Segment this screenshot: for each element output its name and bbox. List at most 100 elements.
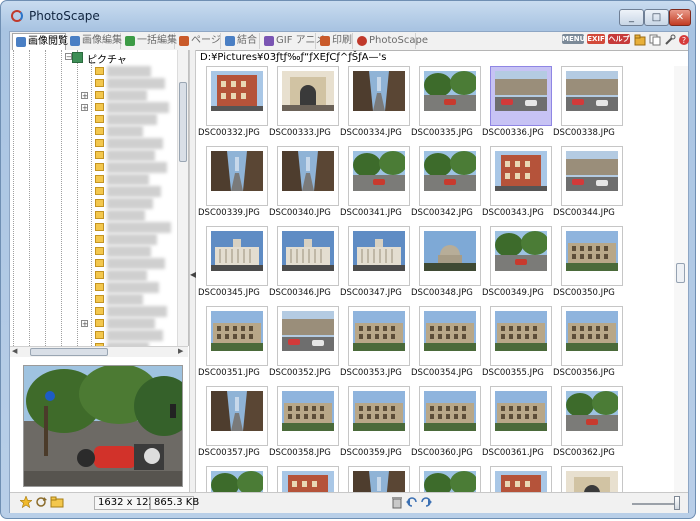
tree-folder-icon[interactable] (95, 139, 104, 147)
thumbnail-image[interactable] (561, 306, 623, 366)
thumbnail-item[interactable]: DSC00347.JPG (340, 226, 411, 306)
thumbnail-item[interactable]: DSC00340.JPG (269, 146, 340, 226)
thumbnail-item[interactable]: DSC00355.JPG (482, 306, 553, 386)
thumbnail-image[interactable] (561, 226, 623, 286)
zoom-slider-thumb[interactable] (674, 496, 680, 510)
thumbnail-item[interactable] (553, 466, 624, 492)
tab-gif[interactable]: GIF アニメ (261, 33, 325, 49)
thumbnail-item[interactable]: DSC00357.JPG (198, 386, 269, 466)
thumbnail-item[interactable]: DSC00338.JPG (553, 66, 624, 146)
thumbnail-item[interactable]: DSC00342.JPG (411, 146, 482, 226)
tree-folder-icon[interactable] (95, 235, 104, 243)
tab-viewer[interactable]: 画像閲覧 (12, 33, 68, 50)
thumbnail-item[interactable] (482, 466, 553, 492)
tree-folder-icon[interactable] (95, 115, 104, 123)
tree-folder-label[interactable] (107, 198, 153, 209)
thumbnail-item[interactable]: DSC00358.JPG (269, 386, 340, 466)
tree-folder-label[interactable] (107, 210, 145, 221)
thumbnail-image[interactable] (277, 386, 339, 446)
thumbnail-item[interactable]: DSC00354.JPG (411, 306, 482, 386)
tree-folder-label[interactable] (107, 66, 151, 77)
thumbnail-image[interactable] (348, 146, 410, 206)
collapse-toggle[interactable]: − (65, 53, 72, 61)
rotate-right-icon[interactable] (420, 496, 432, 511)
thumbnail-item[interactable]: DSC00336.JPG (482, 66, 553, 146)
tree-folder-icon[interactable] (95, 91, 104, 99)
thumbnail-item[interactable]: DSC00350.JPG (553, 226, 624, 306)
tree-folder-label[interactable] (107, 186, 161, 197)
rotate-icon[interactable] (35, 496, 47, 511)
thumbnail-item[interactable]: DSC00349.JPG (482, 226, 553, 306)
tree-folder-icon[interactable] (95, 151, 104, 159)
tree-folder-label[interactable] (107, 246, 151, 257)
menu-button[interactable]: MENU (562, 34, 585, 44)
thumbnail-item[interactable]: DSC00335.JPG (411, 66, 482, 146)
tree-folder-icon[interactable] (95, 175, 104, 183)
tree-folder-label[interactable] (107, 222, 171, 233)
thumbnail-image[interactable] (206, 306, 268, 366)
grid-scroll-thumb[interactable] (676, 263, 685, 283)
thumbnail-image[interactable] (419, 306, 481, 366)
tree-folder-label[interactable] (107, 78, 165, 89)
expand-toggle[interactable]: + (81, 92, 88, 100)
tree-folder-label[interactable] (107, 90, 147, 101)
expand-toggle[interactable]: + (81, 104, 88, 112)
thumbnail-image[interactable] (490, 66, 552, 126)
tree-folder-label[interactable] (107, 114, 157, 125)
tree-folder-label[interactable] (107, 306, 167, 317)
help-icon[interactable]: ? (678, 34, 690, 46)
thumbnail-image[interactable] (490, 146, 552, 206)
title-bar[interactable]: PhotoScape _ □ ✕ (7, 3, 691, 31)
rotate-left-icon[interactable] (406, 496, 418, 511)
thumbnail-item[interactable]: DSC00345.JPG (198, 226, 269, 306)
tree-folder-label[interactable] (107, 282, 159, 293)
copy-icon[interactable] (649, 34, 661, 46)
tree-folder-icon[interactable] (95, 187, 104, 195)
thumbnail-image[interactable] (277, 146, 339, 206)
thumbnail-item[interactable]: DSC00348.JPG (411, 226, 482, 306)
exif-button[interactable]: EXIF (587, 34, 605, 44)
thumbnail-image[interactable] (277, 66, 339, 126)
tools-icon[interactable] (664, 34, 676, 46)
thumbnail-item[interactable] (411, 466, 482, 492)
expand-toggle[interactable]: + (81, 320, 88, 328)
thumbnail-image[interactable] (561, 386, 623, 446)
thumbnail-item[interactable]: DSC00334.JPG (340, 66, 411, 146)
thumbnail-grid[interactable]: DSC00332.JPG DSC00333.JPG DSC00334.JPG DSC0… (196, 66, 674, 492)
thumbnail-image[interactable] (490, 386, 552, 446)
thumbnail-image[interactable] (277, 226, 339, 286)
thumbnail-image[interactable] (206, 226, 268, 286)
tree-folder-icon[interactable] (95, 223, 104, 231)
thumbnail-item[interactable]: DSC00339.JPG (198, 146, 269, 226)
thumbnail-image[interactable] (348, 306, 410, 366)
thumbnail-item[interactable]: DSC00362.JPG (553, 386, 624, 466)
thumbnail-item[interactable]: DSC00353.JPG (340, 306, 411, 386)
tree-folder-label[interactable] (107, 318, 155, 329)
thumbnail-image[interactable] (419, 386, 481, 446)
maximize-button[interactable]: □ (644, 9, 669, 26)
tree-folder-label[interactable] (107, 174, 149, 185)
tree-folder-icon[interactable] (95, 295, 104, 303)
thumbnail-image[interactable] (206, 66, 268, 126)
tab-editor[interactable]: 画像編集 (67, 33, 122, 49)
thumbnail-image[interactable] (348, 386, 410, 446)
thumbnail-item[interactable]: DSC00346.JPG (269, 226, 340, 306)
thumbnail-image[interactable] (277, 466, 339, 492)
thumbnail-image[interactable] (419, 466, 481, 492)
tree-hscroll-thumb[interactable] (30, 348, 108, 356)
tree-folder-label[interactable] (107, 102, 169, 113)
help-button[interactable]: ヘルプ (608, 34, 630, 44)
star-icon[interactable] (19, 495, 33, 511)
pane-splitter[interactable]: ◀ (189, 50, 196, 492)
thumbnail-item[interactable]: DSC00341.JPG (340, 146, 411, 226)
tree-folder-icon[interactable] (95, 199, 104, 207)
tab-print[interactable]: 印刷 (317, 33, 353, 49)
thumbnail-image[interactable] (419, 146, 481, 206)
delete-icon[interactable] (391, 496, 403, 512)
tree-folder-icon[interactable] (95, 79, 104, 87)
tree-folder-icon[interactable] (95, 271, 104, 279)
tree-folder-icon[interactable] (95, 247, 104, 255)
thumbnail-image[interactable] (206, 386, 268, 446)
tree-folder-icon[interactable] (95, 307, 104, 315)
tree-folder-label[interactable] (107, 162, 167, 173)
